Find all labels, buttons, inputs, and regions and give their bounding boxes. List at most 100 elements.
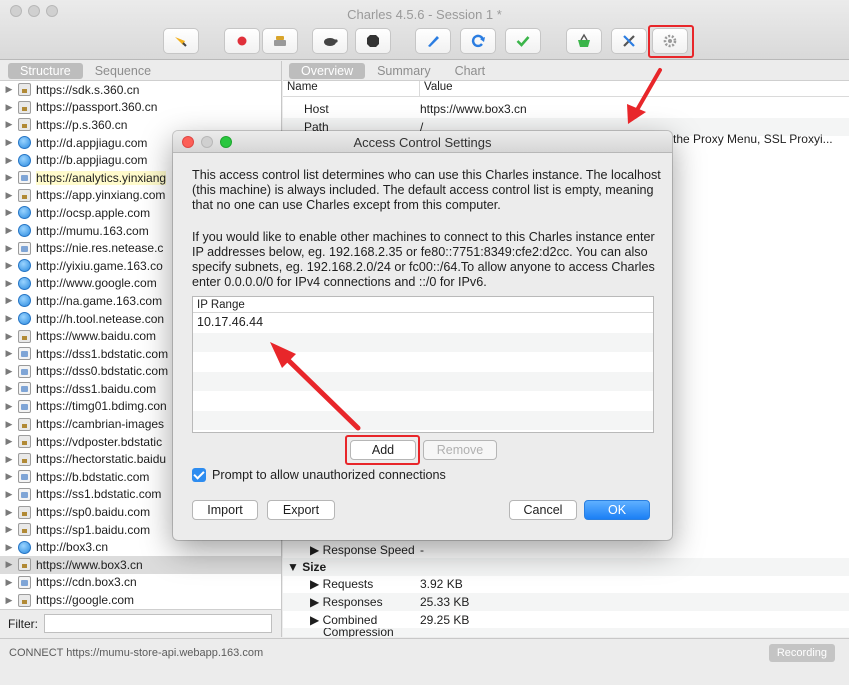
ip-range-row[interactable] [193,332,653,352]
shop-button[interactable] [566,28,602,54]
expand-triangle-icon[interactable]: ▶ [0,559,18,570]
document-icon [18,382,31,396]
tab-sequence[interactable]: Sequence [83,63,163,79]
prompt-label: Prompt to allow unauthorized connections [212,468,446,482]
prompt-option[interactable]: Prompt to allow unauthorized connections [192,468,446,482]
expand-triangle-icon[interactable]: ▶ [0,401,18,412]
host-label: http://box3.cn [36,540,109,555]
host-label: http://ocsp.apple.com [36,205,151,220]
record-button[interactable] [224,28,260,54]
dialog-titlebar: Access Control Settings [173,131,672,153]
overview-row-compression[interactable]: Compression [283,628,849,637]
document-icon [18,470,31,484]
globe-icon [18,136,31,150]
throttle-button[interactable] [262,28,298,54]
broom-icon [175,37,187,47]
overview-row-response-speed[interactable]: ▶ Response Speed - [283,541,849,559]
clear-session-button[interactable] [163,28,199,54]
ip-range-row[interactable] [193,352,653,372]
row-name: Compression [323,628,394,637]
expand-triangle-icon[interactable]: ▶ [0,190,18,201]
expand-triangle-icon[interactable]: ▶ [0,278,18,289]
expand-triangle-icon[interactable]: ▶ [0,172,18,183]
ip-range-table[interactable]: IP Range 10.17.46.44 [192,296,654,433]
overview-table-header: Name Value [283,81,849,97]
tab-structure[interactable]: Structure [8,62,83,79]
expand-triangle-icon[interactable]: ▶ [0,524,18,535]
expand-triangle-icon[interactable]: ▶ [0,225,18,236]
remove-ip-button[interactable]: Remove [423,440,497,460]
host-row[interactable]: ▶ https://google.com [0,591,281,609]
import-button[interactable]: Import [192,500,258,520]
dialog-description-2: If you would like to enable other machin… [192,230,655,289]
row-value: - [420,543,424,557]
expand-triangle-icon[interactable]: ▶ [0,84,18,95]
overview-row-size[interactable]: ▼ Size [283,558,849,576]
toolbar [0,26,849,56]
expand-triangle-icon[interactable]: ▶ [0,489,18,500]
host-label: https://hectorstatic.baidu [36,452,167,467]
repeat-button[interactable] [460,28,496,54]
export-button[interactable]: Export [267,500,335,520]
document-icon [18,241,31,255]
column-name[interactable]: Name [283,81,420,96]
globe-icon [18,259,31,273]
stop-button[interactable] [355,28,391,54]
cancel-button[interactable]: Cancel [509,500,577,520]
expand-triangle-icon[interactable]: ▶ [0,366,18,377]
compose-button[interactable] [415,28,451,54]
host-row[interactable]: ▶ https://sdk.s.360.cn [0,81,281,99]
expand-triangle-icon[interactable]: ▶ [0,137,18,148]
overview-row-combined[interactable]: ▶ Combined 29.25 KB [283,611,849,629]
expand-triangle-icon[interactable]: ▶ [0,419,18,430]
expand-triangle-icon[interactable]: ▶ [0,471,18,482]
host-label: https://ss1.bdstatic.com [36,487,162,502]
column-value[interactable]: Value [420,81,849,96]
recording-badge[interactable]: Recording [768,644,835,662]
breakpoints-button[interactable] [312,28,348,54]
host-label: https://sdk.s.360.cn [36,82,140,97]
overview-row-host[interactable]: Host https://www.box3.cn [283,100,849,118]
tools-button[interactable] [611,28,647,54]
lock-icon [18,452,31,466]
expand-triangle-icon[interactable]: ▶ [0,119,18,130]
ip-range-column-header[interactable]: IP Range [193,297,653,313]
ok-button[interactable]: OK [584,500,650,520]
row-name: ▶ Responses [310,595,383,609]
tab-overview[interactable]: Overview [289,62,366,79]
expand-triangle-icon[interactable]: ▶ [0,507,18,518]
expand-triangle-icon[interactable]: ▶ [0,260,18,271]
overview-row-requests[interactable]: ▶ Requests 3.92 KB [283,575,849,593]
expand-triangle-icon[interactable]: ▶ [0,383,18,394]
expand-triangle-icon[interactable]: ▶ [0,595,18,606]
expand-triangle-icon[interactable]: ▶ [0,348,18,359]
overview-row-responses[interactable]: ▶ Responses 25.33 KB [283,593,849,611]
expand-triangle-icon[interactable]: ▶ [0,102,18,113]
expand-triangle-icon[interactable]: ▶ [0,313,18,324]
tab-chart[interactable]: Chart [443,63,498,79]
host-label: http://mumu.163.com [36,223,149,238]
host-row[interactable]: ▶ https://www.box3.cn [0,556,281,574]
expand-triangle-icon[interactable]: ▶ [0,243,18,254]
host-row[interactable]: ▶ http://box3.cn [0,538,281,556]
expand-triangle-icon[interactable]: ▶ [0,542,18,553]
tools-icon [623,35,635,47]
expand-triangle-icon[interactable]: ▶ [0,207,18,218]
host-row[interactable]: ▶ https://passport.360.cn [0,99,281,117]
ip-range-row[interactable] [193,371,653,391]
access-control-dialog: Access Control Settings This access cont… [173,131,672,540]
expand-triangle-icon[interactable]: ▶ [0,331,18,342]
expand-triangle-icon[interactable]: ▶ [0,577,18,588]
prompt-checkbox[interactable] [192,468,206,482]
expand-triangle-icon[interactable]: ▶ [0,295,18,306]
filter-input[interactable] [44,614,272,633]
expand-triangle-icon[interactable]: ▶ [0,454,18,465]
host-row[interactable]: ▶ https://cdn.box3.cn [0,574,281,592]
ip-range-row[interactable]: 10.17.46.44 [193,313,653,333]
expand-triangle-icon[interactable]: ▶ [0,155,18,166]
ip-range-row[interactable] [193,391,653,411]
ip-range-row[interactable] [193,410,653,430]
expand-triangle-icon[interactable]: ▶ [0,436,18,447]
validate-button[interactable] [505,28,541,54]
tab-summary[interactable]: Summary [365,63,442,79]
